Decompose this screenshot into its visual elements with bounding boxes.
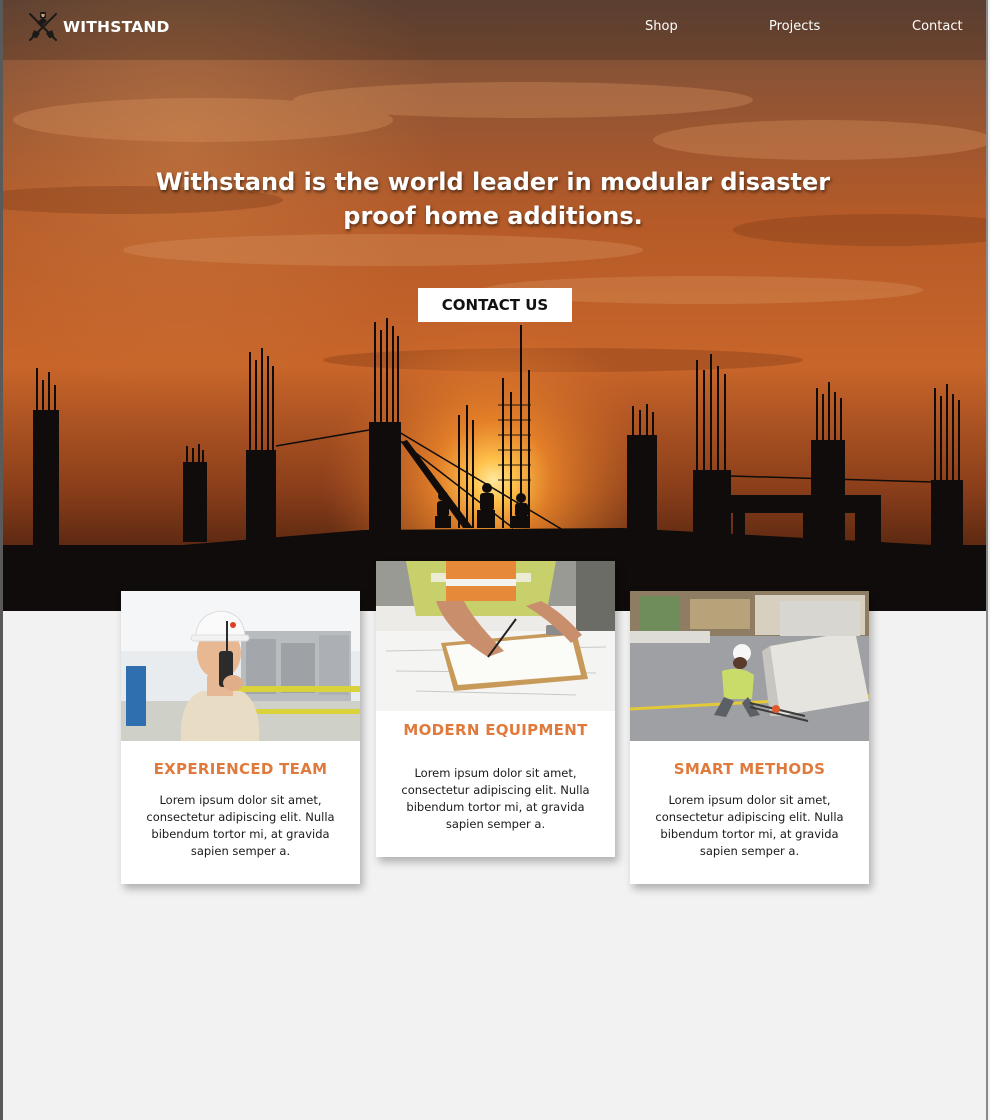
- page: WITHSTAND Shop Projects Contact Withstan…: [0, 0, 988, 1120]
- brand-logo[interactable]: WITHSTAND: [25, 11, 170, 43]
- card-description: Lorem ipsum dolor sit amet, consectetur …: [146, 793, 335, 858]
- shovel-hammer-logo-icon: [29, 12, 57, 41]
- brand-name: WITHSTAND: [63, 18, 170, 36]
- card-title: SMART METHODS: [673, 760, 826, 778]
- card-description: Lorem ipsum dolor sit amet, consectetur …: [401, 766, 590, 831]
- contact-us-button[interactable]: CONTACT US: [418, 288, 572, 322]
- worker-with-radio-photo: [121, 591, 360, 741]
- worker-writing-clipboard-photo: [376, 561, 615, 711]
- worker-street-barriers-photo: [630, 591, 869, 741]
- feature-card-smart-methods: SMART METHODS Lorem ipsum dolor sit amet…: [630, 591, 869, 884]
- hero-section: WITHSTAND Shop Projects Contact Withstan…: [3, 0, 986, 611]
- nav-link-shop[interactable]: Shop: [645, 19, 678, 35]
- card-title: EXPERIENCED TEAM: [153, 760, 328, 778]
- hero-headline: Withstand is the world leader in modular…: [155, 168, 831, 230]
- nav-link-projects[interactable]: Projects: [769, 19, 820, 35]
- nav-link-contact[interactable]: Contact: [912, 19, 963, 35]
- feature-card-modern-equipment: MODERN EQUIPMENT Lorem ipsum dolor sit a…: [376, 561, 615, 857]
- feature-card-experienced-team: EXPERIENCED TEAM Lorem ipsum dolor sit a…: [121, 591, 360, 884]
- top-navbar: WITHSTAND Shop Projects Contact: [3, 0, 986, 56]
- card-title: MODERN EQUIPMENT: [403, 721, 588, 739]
- card-description: Lorem ipsum dolor sit amet, consectetur …: [655, 793, 844, 858]
